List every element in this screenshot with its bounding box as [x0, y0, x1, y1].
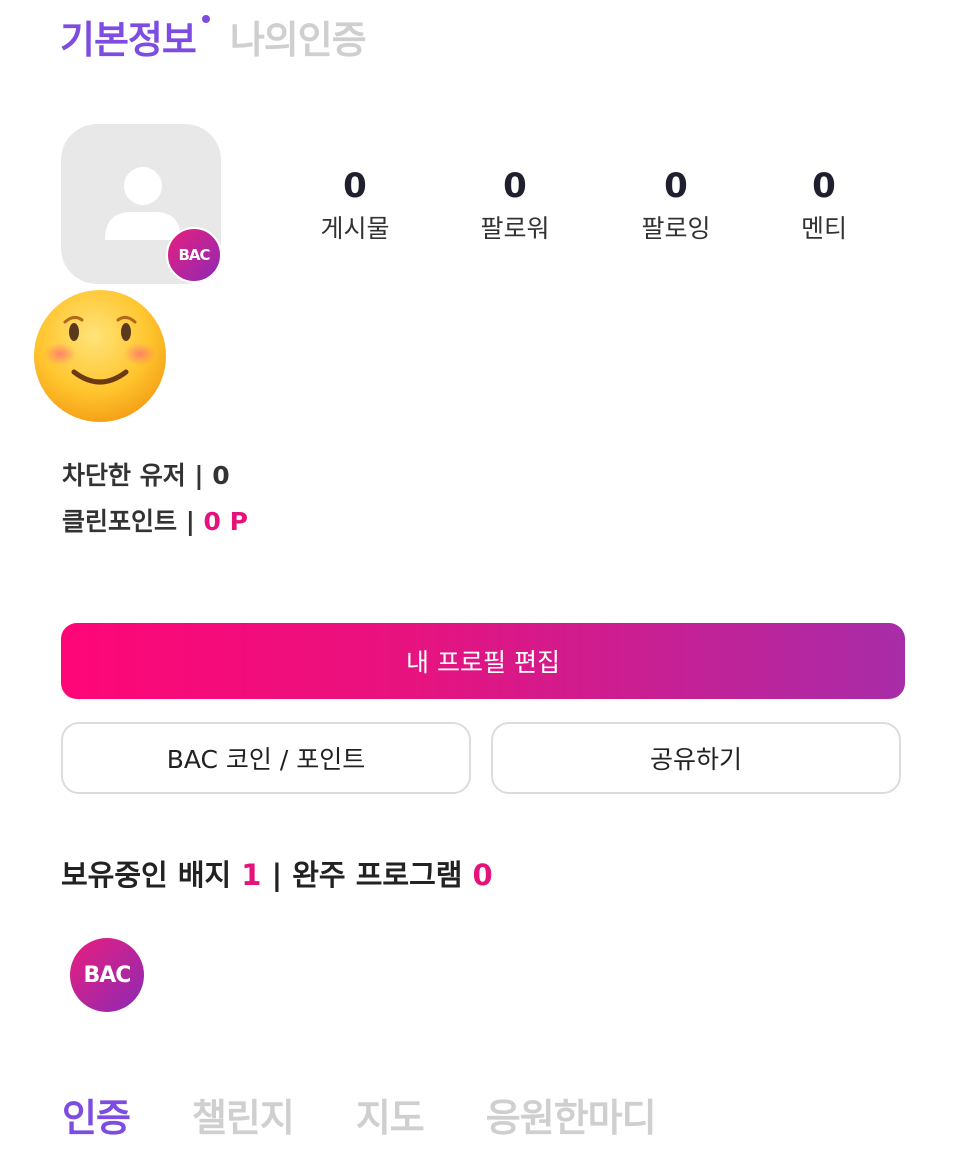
tab-basic-info-label: 기본정보 — [60, 17, 197, 62]
tab-cheer-message[interactable]: 응원한마디 — [486, 1087, 657, 1142]
programs-label: | 완주 프로그램 — [261, 858, 473, 892]
clean-points-label: 클린포인트 | — [62, 507, 204, 536]
share-button[interactable]: 공유하기 — [491, 722, 901, 794]
badge-bac-text: BAC — [83, 962, 132, 988]
tab-map[interactable]: 지도 — [356, 1087, 425, 1142]
programs-count: 0 — [472, 858, 493, 892]
badge-bac[interactable]: BAC — [70, 938, 144, 1012]
badges-label: 보유중인 배지 — [61, 858, 242, 892]
tab-certification[interactable]: 인증 — [62, 1087, 131, 1142]
edit-profile-button[interactable]: 내 프로필 편집 — [61, 623, 905, 699]
tab-my-certification-label: 나의인증 — [229, 17, 367, 62]
blocked-users-line[interactable]: 차단한 유저 | 0 — [62, 456, 230, 492]
stat-followers-value: 0 — [503, 166, 527, 206]
badges-summary: 보유중인 배지 1 | 완주 프로그램 0 — [61, 852, 493, 894]
stat-posts[interactable]: 0 게시물 — [295, 166, 415, 244]
blocked-users-count: 0 — [212, 461, 230, 490]
stat-posts-label: 게시물 — [320, 214, 390, 243]
blocked-users-label: 차단한 유저 | — [62, 461, 213, 490]
avatar-brand-badge: BAC — [166, 227, 222, 283]
tab-my-certification[interactable]: 나의인증 — [229, 9, 367, 64]
tab-basic-info[interactable]: 기본정보 — [60, 9, 210, 64]
stat-posts-value: 0 — [343, 166, 367, 206]
avatar-badge-text: BAC — [178, 246, 210, 264]
stat-mentee-value: 0 — [812, 166, 836, 206]
bac-coin-point-button[interactable]: BAC 코인 / 포인트 — [61, 722, 471, 794]
clean-points-value: 0 P — [203, 507, 248, 536]
stat-following-value: 0 — [664, 166, 688, 206]
stat-mentee[interactable]: 0 멘티 — [764, 166, 884, 244]
profile-page: 기본정보 나의인증 BAC 0 게시물 0 팔로워 0 팔로잉 0 멘티 차단한… — [0, 0, 966, 1165]
stat-following-label: 팔로잉 — [641, 214, 711, 243]
tab-challenge[interactable]: 챌린지 — [192, 1087, 295, 1142]
active-indicator-dot — [201, 14, 210, 23]
slightly-smiling-face-icon — [34, 290, 166, 422]
clean-points-line[interactable]: 클린포인트 | 0 P — [62, 502, 248, 538]
stat-followers[interactable]: 0 팔로워 — [455, 166, 575, 244]
stat-followers-label: 팔로워 — [480, 214, 550, 243]
badges-count: 1 — [241, 858, 262, 892]
top-tab-bar: 기본정보 나의인증 — [60, 8, 400, 64]
stat-following[interactable]: 0 팔로잉 — [616, 166, 736, 244]
stat-mentee-label: 멘티 — [800, 214, 847, 243]
bottom-tab-bar: 인증 챌린지 지도 응원한마디 — [62, 1086, 718, 1142]
